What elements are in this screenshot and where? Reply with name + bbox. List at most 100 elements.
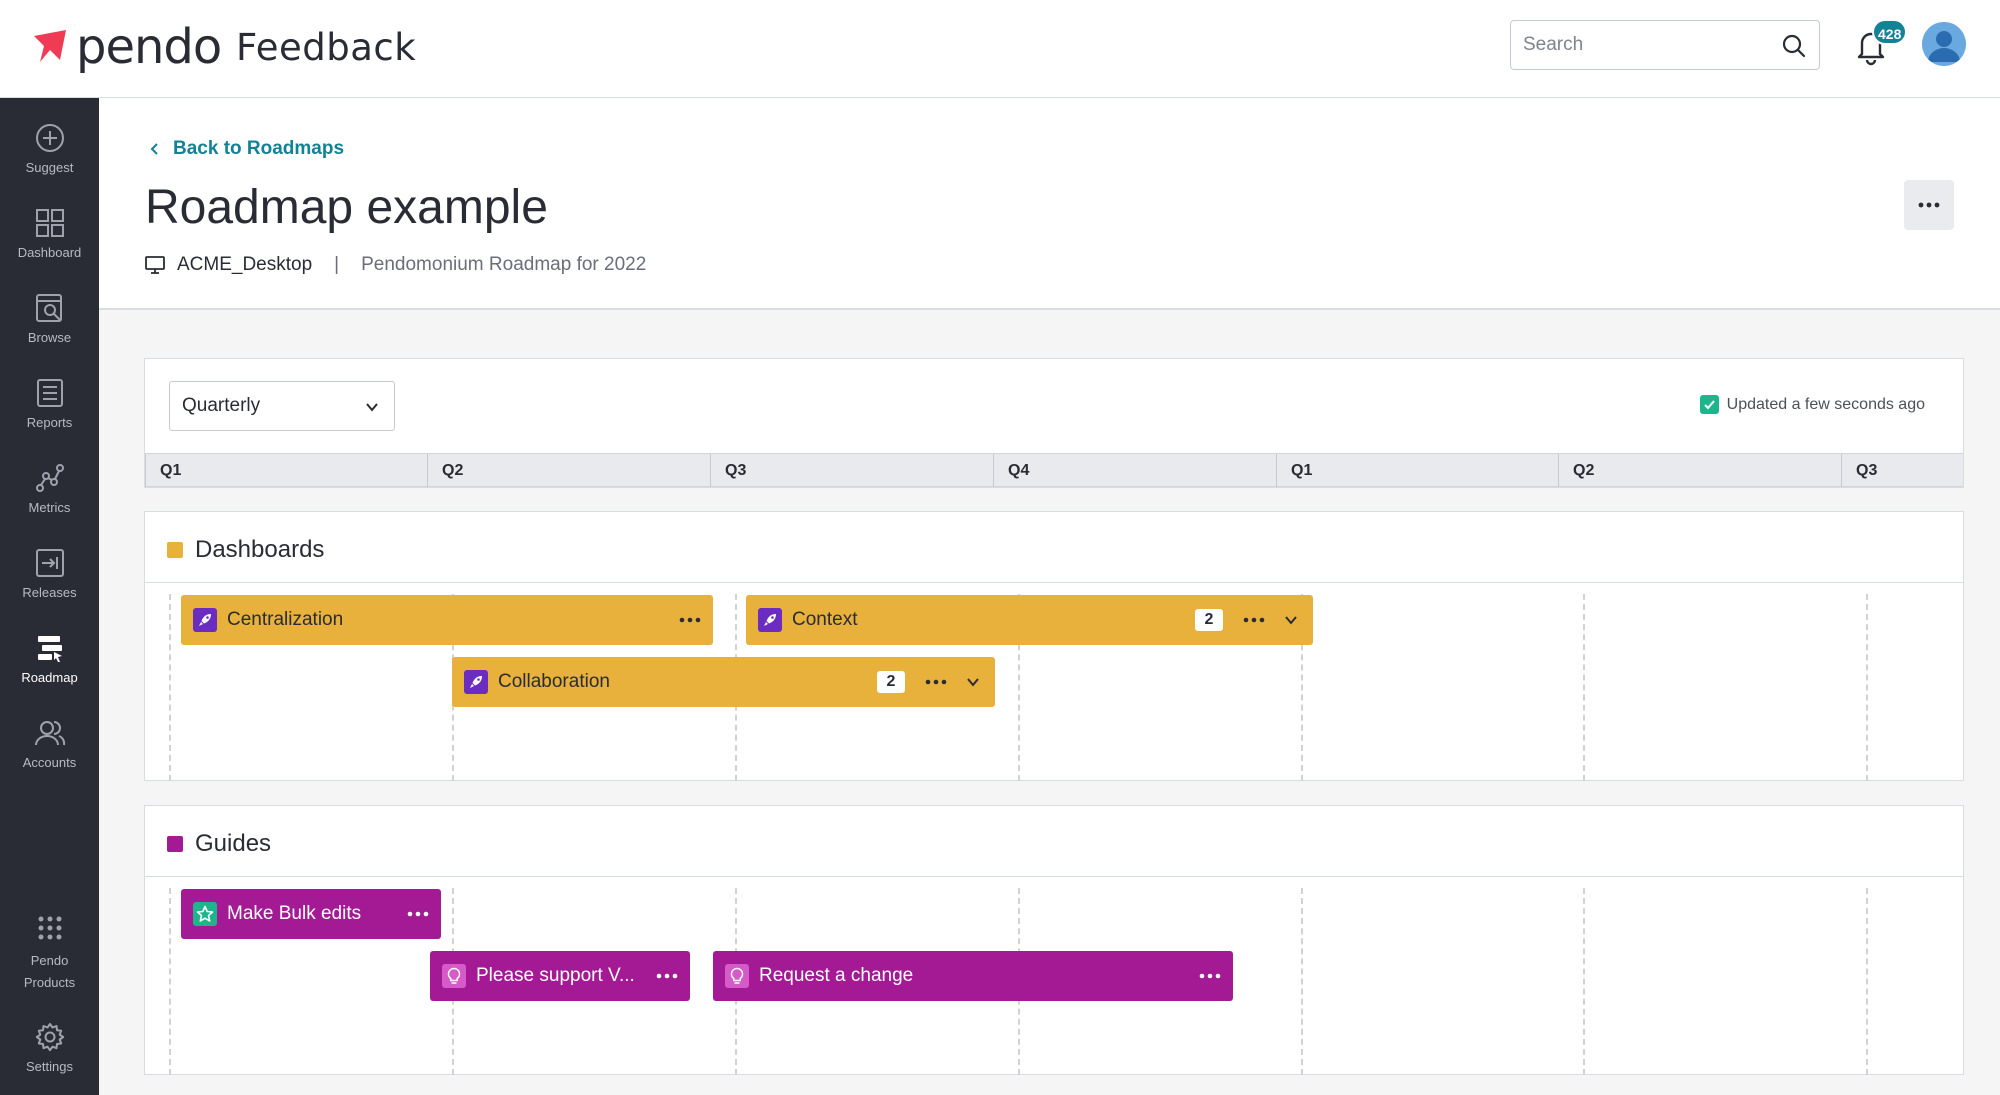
- timeline-header-card: Quarterly Updated a few seconds ago Q1 Q…: [144, 358, 1964, 488]
- item-more-options-icon[interactable]: [401, 897, 435, 931]
- item-more-options-icon[interactable]: [919, 665, 953, 699]
- roadmap-item-bar[interactable]: Context 2: [746, 595, 1313, 645]
- releases-icon: [35, 549, 64, 577]
- group-title-text: Dashboards: [195, 536, 325, 563]
- group-color-swatch: [167, 836, 183, 852]
- group-color-swatch: [167, 542, 183, 558]
- back-link-label: Back to Roadmaps: [173, 138, 345, 159]
- accounts-icon: [34, 721, 65, 746]
- search-box: [1510, 20, 1820, 70]
- sidebar-item-label: Roadmap: [21, 670, 78, 685]
- roadmap-item-label: Centralization: [227, 609, 344, 630]
- roadmap-meta: ACME_Desktop | Pendomonium Roadmap for 2…: [145, 254, 646, 276]
- chevron-left-icon: [150, 143, 158, 155]
- page-more-options-button[interactable]: [1904, 180, 1954, 230]
- sidebar-item-label: Releases: [22, 585, 77, 600]
- item-more-options-icon[interactable]: [673, 603, 707, 637]
- roadmap-item-label: Make Bulk edits: [227, 903, 362, 924]
- quarter-label: Q1: [145, 454, 427, 487]
- roadmap-item-bar[interactable]: Request a change: [713, 951, 1233, 1001]
- quarter-grid-line: [1583, 888, 1585, 1075]
- sidebar-item-label: Browse: [27, 330, 72, 345]
- quarter-label: Q2: [427, 454, 710, 487]
- sidebar-item-settings[interactable]: Settings: [0, 1021, 99, 1095]
- notification-badge[interactable]: 428: [1872, 19, 1908, 45]
- rocket-icon: [758, 608, 782, 632]
- user-avatar-icon: [1922, 22, 1966, 66]
- desktop-icon: [145, 256, 165, 274]
- browse-icon: [35, 294, 62, 322]
- sidebar-item-suggest[interactable]: Suggest: [0, 122, 99, 202]
- bulb-icon: [442, 964, 466, 988]
- sidebar-item-dashboard[interactable]: Dashboard: [0, 207, 99, 287]
- group-title[interactable]: Dashboards: [167, 536, 324, 564]
- group-card-dashboards: Dashboards Centralization Context 2 Coll…: [144, 511, 1964, 781]
- item-more-options-icon[interactable]: [1193, 959, 1227, 993]
- sidebar-item-releases[interactable]: Releases: [0, 547, 99, 627]
- app-name: ACME_Desktop: [177, 254, 313, 275]
- page-title: Roadmap example: [145, 181, 548, 234]
- rocket-icon: [193, 608, 217, 632]
- back-to-roadmaps-link[interactable]: Back to Roadmaps: [147, 138, 344, 160]
- sidebar-item-metrics[interactable]: Metrics: [0, 462, 99, 542]
- pendo-logo[interactable]: pendo: [30, 19, 222, 75]
- gear-icon: [35, 1023, 64, 1052]
- top-bar: pendo Feedback 428: [0, 0, 2000, 98]
- check-icon: [1699, 395, 1719, 414]
- timeframe-select[interactable]: Quarterly: [169, 381, 395, 431]
- sidebar-item-label: Metrics: [28, 500, 71, 515]
- sidebar-item-label: Pendo Products: [23, 953, 76, 990]
- child-count-badge: 2: [877, 671, 905, 693]
- quarter-label: Q2: [1558, 454, 1841, 487]
- expand-chevron-down-icon[interactable]: [959, 665, 987, 699]
- timeframe-select-value: Quarterly: [182, 395, 261, 416]
- metrics-icon: [35, 464, 64, 492]
- plus-circle-icon: [35, 124, 64, 152]
- quarter-grid-line: [169, 594, 171, 781]
- item-more-options-icon[interactable]: [650, 959, 684, 993]
- sidebar-item-label: Suggest: [25, 160, 74, 175]
- user-avatar[interactable]: [1922, 22, 1966, 66]
- quarter-label: Q1: [1276, 454, 1558, 487]
- chevron-down-icon: [366, 403, 378, 412]
- product-name: Feedback: [236, 26, 417, 69]
- sidebar-item-pendo-products[interactable]: Pendo Products: [0, 912, 99, 1002]
- quarter-grid-line: [1301, 888, 1303, 1075]
- sidebar-item-roadmap[interactable]: Roadmap: [0, 632, 99, 712]
- sidebar-item-browse[interactable]: Browse: [0, 292, 99, 372]
- star-icon: [193, 902, 217, 926]
- roadmap-item-label: Please support V...: [476, 965, 635, 986]
- roadmap-item-bar[interactable]: Make Bulk edits: [181, 889, 441, 939]
- child-count-badge: 2: [1195, 609, 1223, 631]
- roadmap-item-bar[interactable]: Collaboration 2: [452, 657, 995, 707]
- sidebar: Suggest Dashboard Browse Reports Metrics…: [0, 98, 99, 1095]
- group-divider: [145, 876, 1963, 877]
- pendo-logo-icon: [34, 30, 66, 62]
- rocket-icon: [464, 670, 488, 694]
- roadmap-icon: [37, 636, 62, 662]
- page-header: Back to Roadmaps Roadmap example ACME_De…: [99, 98, 2000, 310]
- apps-grid-icon: [38, 916, 61, 940]
- roadmap-description: Pendomonium Roadmap for 2022: [361, 254, 647, 275]
- sidebar-item-reports[interactable]: Reports: [0, 377, 99, 457]
- item-more-options-icon[interactable]: [1237, 603, 1271, 637]
- quarter-grid-line: [1866, 594, 1868, 781]
- search-icon[interactable]: [1781, 33, 1807, 59]
- roadmap-item-bar[interactable]: Please support V...: [430, 951, 690, 1001]
- meta-separator: |: [334, 254, 340, 275]
- updated-status: Updated a few seconds ago: [1699, 395, 1925, 414]
- group-divider: [145, 582, 1963, 583]
- bulb-icon: [725, 964, 749, 988]
- sidebar-item-label: Dashboard: [17, 245, 82, 260]
- roadmap-item-label: Collaboration: [498, 671, 610, 692]
- quarter-label: Q3: [1841, 454, 1963, 487]
- reports-icon: [36, 379, 63, 407]
- roadmap-item-label: Context: [792, 609, 858, 630]
- updated-text: Updated a few seconds ago: [1726, 395, 1925, 413]
- group-title[interactable]: Guides: [167, 830, 271, 858]
- roadmap-item-bar[interactable]: Centralization: [181, 595, 713, 645]
- sidebar-item-accounts[interactable]: Accounts: [0, 717, 99, 797]
- group-title-text: Guides: [195, 830, 272, 857]
- search-input[interactable]: [1511, 21, 1761, 69]
- expand-chevron-down-icon[interactable]: [1277, 603, 1305, 637]
